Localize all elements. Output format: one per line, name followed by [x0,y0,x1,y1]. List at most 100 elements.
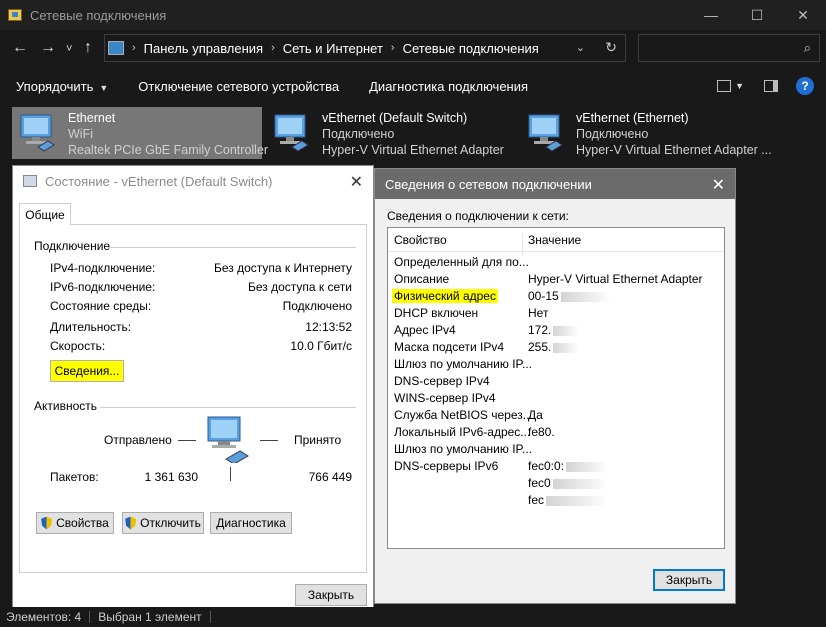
section-divider [108,247,356,248]
list-item[interactable]: DNS-серверы IPv6 fec0:0: [388,458,724,475]
command-toolbar: Упорядочить ▼ Отключение сетевого устройс… [0,70,826,102]
details-subtitle: Сведения о подключении к сети: [387,209,569,223]
help-icon[interactable]: ? [796,77,814,95]
list-item[interactable]: fec0 [388,475,724,492]
property-cell: Локальный IPv6-адрес... [394,425,531,439]
dns-ipv6-value: fec0:0: [528,459,565,473]
search-input[interactable]: ⌕ [638,34,820,62]
breadcrumb-control-panel[interactable]: Панель управления [144,41,263,56]
media-state-value: Подключено [282,299,352,313]
list-item[interactable]: Физический адрес 00-15 [388,288,724,305]
list-item[interactable]: Служба NetBIOS через... Да [388,407,724,424]
property-cell: WINS-сервер IPv4 [394,391,496,405]
activity-line [260,440,278,441]
refresh-icon[interactable]: ↻ [605,39,617,56]
media-state-label: Состояние среды: [50,299,152,313]
address-bar[interactable]: › Панель управления › Сеть и Интернет › … [104,34,626,62]
property-cell: Адрес IPv4 [394,323,456,337]
list-item[interactable]: DHCP включен Нет [388,305,724,322]
value-cell: fec0:0: [528,459,607,473]
list-item[interactable]: WINS-сервер IPv4 [388,390,724,407]
recent-locations-icon[interactable]: ˅ [66,43,72,55]
back-arrow-icon[interactable]: ← [12,39,28,57]
disable-button[interactable]: Отключить [122,512,204,534]
navigation-bar: ← → ˅ ↑ › Панель управления › Сеть и Инт… [0,30,826,68]
list-item[interactable]: Шлюз по умолчанию IP... [388,356,724,373]
network-adapter-icon [528,114,563,152]
search-icon[interactable]: ⌕ [804,40,811,56]
disconnect-device-button[interactable]: Отключение сетевого устройства [138,79,339,94]
selected-count: Выбран 1 элемент [98,610,202,624]
adapter-ethernet[interactable]: Ethernet WiFi Realtek PCIe GbE Family Co… [12,107,268,159]
ipv6-value: Без доступа к сети [248,280,352,294]
column-header-property[interactable]: Свойство [394,233,447,247]
status-bar: Элементов: 4 Выбран 1 элемент [0,607,826,627]
value-cell: Hyper-V Virtual Ethernet Adapter [528,272,703,286]
list-item[interactable]: Шлюз по умолчанию IP... [388,441,724,458]
list-item[interactable]: Определенный для по... [388,254,724,271]
value-cell: 00-15 [528,289,609,303]
dns-ipv6-value: fec0 [528,476,551,490]
maximize-button[interactable]: ☐ [734,0,780,30]
breadcrumb-network-connections[interactable]: Сетевые подключения [403,41,539,56]
chevron-down-icon[interactable]: ▼ [735,81,744,91]
adapter-vethernet-ethernet[interactable]: vEthernet (Ethernet) Подключено Hyper-V … [520,107,820,159]
property-cell: Шлюз по умолчанию IP... [394,442,532,456]
close-window-button[interactable]: ✕ [780,0,826,30]
packets-received-value: 766 449 [308,470,352,484]
toolbar-right: ▼ ? [717,70,826,102]
shield-icon [125,516,137,530]
duration-value: 12:13:52 [305,320,352,334]
activity-section-label: Активность [34,399,98,413]
ipv4-value: Без доступа к Интернету [213,261,352,275]
activity-computers-icon [207,416,249,463]
properties-label: Свойства [56,516,109,530]
list-item[interactable]: Маска подсети IPv4 255. [388,339,724,356]
forward-arrow-icon[interactable]: → [40,39,56,57]
property-cell: Служба NetBIOS через... [394,408,533,422]
details-list[interactable]: Свойство Значение Определенный для по...… [387,227,725,549]
list-item[interactable]: Локальный IPv6-адрес... fe80. [388,424,724,441]
status-divider [89,611,91,623]
activity-divider [230,467,231,481]
list-item[interactable]: Адрес IPv4 172. [388,322,724,339]
adapter-status: WiFi [68,127,93,141]
list-item[interactable]: Описание Hyper-V Virtual Ethernet Adapter [388,271,724,288]
change-view-icon[interactable] [717,80,732,92]
window-title: Сетевые подключения [30,7,167,23]
property-cell-highlighted: Физический адрес [392,289,498,303]
sent-label: Отправлено [104,433,172,447]
chevron-right-icon: › [132,42,136,54]
property-cell: Описание [394,272,450,286]
list-item[interactable]: DNS-сервер IPv4 [388,373,724,390]
up-arrow-icon[interactable]: ↑ [84,39,92,57]
property-cell: DNS-серверы IPv6 [394,459,499,473]
chevron-right-icon: › [271,42,275,54]
diagnose-connection-button[interactable]: Диагностика подключения [369,79,528,94]
network-adapter-icon [20,114,55,152]
status-close-button[interactable]: Закрыть [295,584,367,606]
chevron-down-icon[interactable]: ⌄ [576,41,585,54]
list-header: Свойство Значение [388,228,724,257]
property-cell: Шлюз по умолчанию IP... [394,357,532,371]
speed-value: 10.0 Гбит/с [290,339,352,353]
preview-pane-icon[interactable] [764,80,778,92]
tab-general[interactable]: Общие [19,203,71,225]
chevron-down-icon: ▼ [99,82,109,93]
value-cell: fec [528,493,605,507]
details-close-button[interactable]: Закрыть [653,569,725,591]
column-header-value[interactable]: Значение [528,233,581,247]
value-cell: fec0 [528,476,605,490]
details-button[interactable]: Сведения... [50,360,124,382]
close-icon[interactable]: ✕ [712,175,725,195]
adapter-vethernet-default-switch[interactable]: vEthernet (Default Switch) Подключено Hy… [266,107,516,159]
list-item[interactable]: fec [388,492,724,509]
organize-menu[interactable]: Упорядочить ▼ [16,79,108,94]
diagnose-button[interactable]: Диагностика [210,512,292,534]
properties-button[interactable]: Свойства [36,512,114,534]
close-icon[interactable]: ✕ [350,172,363,192]
redacted-mark [553,325,578,336]
breadcrumb-network-internet[interactable]: Сеть и Интернет [283,41,383,56]
property-cell: DHCP включен [394,306,479,320]
minimize-button[interactable]: — [688,0,734,30]
